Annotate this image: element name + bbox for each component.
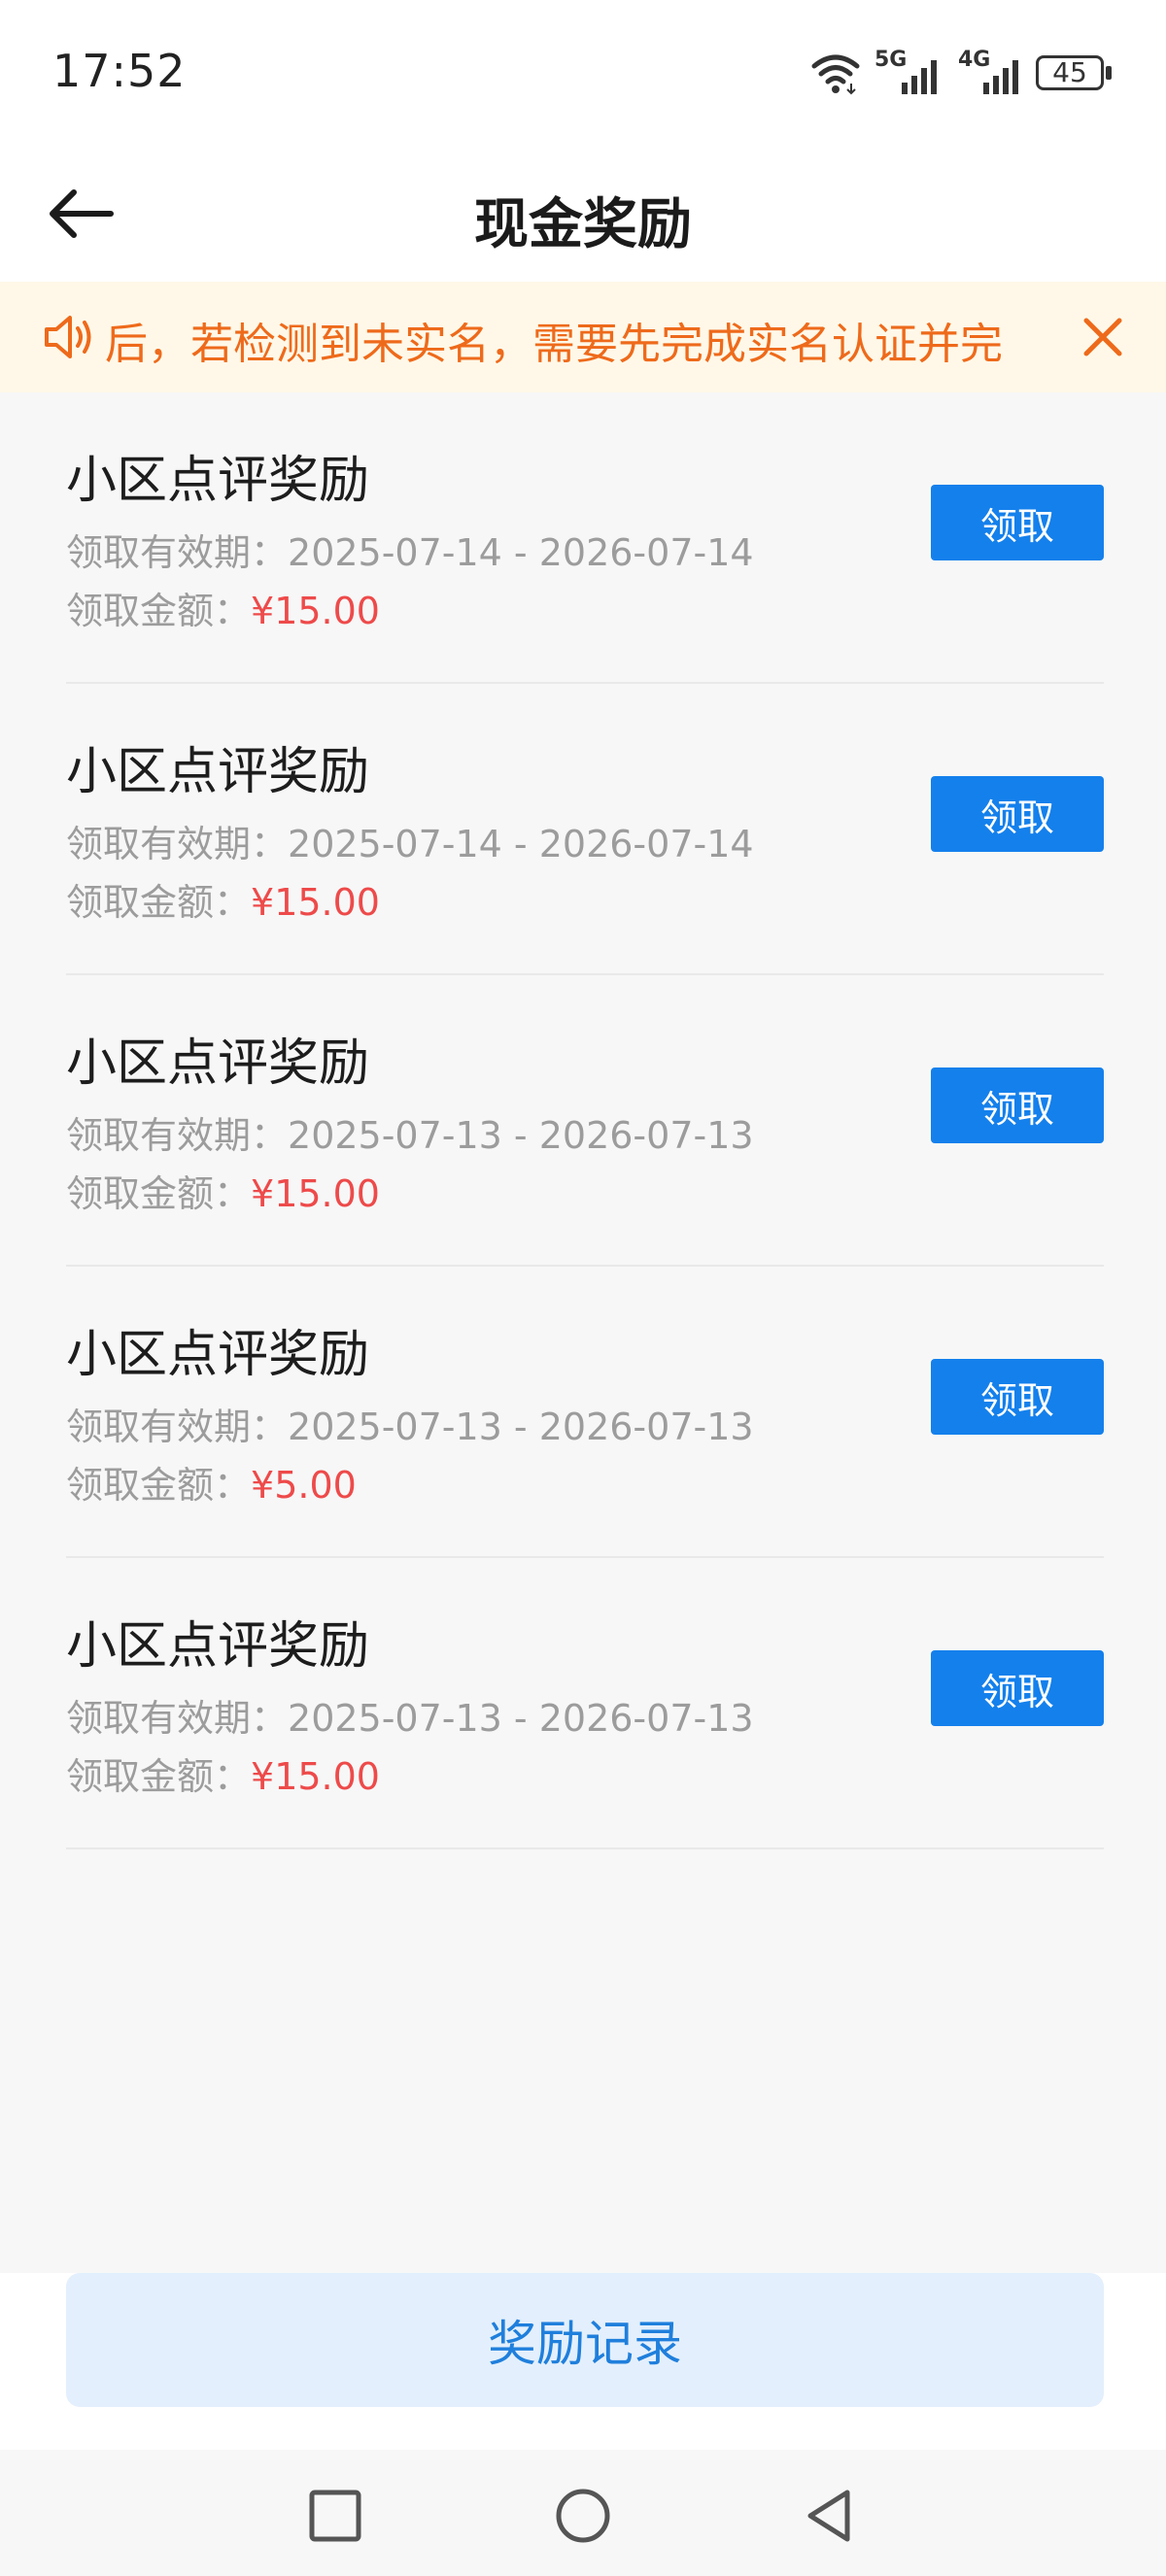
reward-item: 小区点评奖励 领取有效期：2025-07-13 - 2026-07-13 领取金… (66, 975, 1104, 1267)
notice-banner: 后，若检测到未实名，需要先完成实名认证并完 (0, 282, 1166, 392)
amount-label: 领取金额： (66, 881, 252, 924)
status-icons: 5G 4G 45 (810, 47, 1115, 101)
amount-label: 领取金额： (66, 1755, 252, 1798)
reward-amount: 领取金额：¥15.00 (66, 1164, 380, 1217)
reward-item: 小区点评奖励 领取有效期：2025-07-14 - 2026-07-14 领取金… (66, 684, 1104, 975)
reward-title: 小区点评奖励 (66, 1617, 370, 1676)
validity-value: 2025-07-14 - 2026-07-14 (288, 531, 754, 574)
reward-amount: 领取金额：¥5.00 (66, 1455, 357, 1508)
bottom-action-area: 奖励记录 (0, 2273, 1166, 2450)
validity-label: 领取有效期： (66, 1114, 289, 1157)
reward-validity: 领取有效期：2025-07-14 - 2026-07-14 (66, 814, 754, 867)
reward-item: 小区点评奖励 领取有效期：2025-07-13 - 2026-07-13 领取金… (66, 1558, 1104, 1849)
amount-label: 领取金额： (66, 590, 252, 632)
claim-button[interactable]: 领取 (931, 1068, 1104, 1143)
wifi-icon (811, 54, 860, 95)
reward-validity: 领取有效期：2025-07-13 - 2026-07-13 (66, 1688, 754, 1742)
amount-label: 领取金额： (66, 1464, 252, 1507)
page-title: 现金奖励 (474, 193, 692, 256)
square-recents-icon[interactable] (304, 2485, 366, 2547)
validity-label: 领取有效期： (66, 823, 289, 865)
circle-home-icon[interactable] (552, 2485, 614, 2547)
battery-level: 45 (1052, 56, 1087, 88)
signal-4g: 4G (958, 48, 1022, 98)
reward-validity: 领取有效期：2025-07-14 - 2026-07-14 (66, 523, 754, 576)
reward-item: 小区点评奖励 领取有效期：2025-07-13 - 2026-07-13 领取金… (66, 1267, 1104, 1558)
validity-value: 2025-07-14 - 2026-07-14 (288, 823, 754, 865)
speaker-icon (45, 316, 91, 358)
validity-value: 2025-07-13 - 2026-07-13 (288, 1697, 754, 1740)
reward-validity: 领取有效期：2025-07-13 - 2026-07-13 (66, 1105, 754, 1159)
reward-title: 小区点评奖励 (66, 1034, 370, 1093)
claim-button[interactable]: 领取 (931, 776, 1104, 852)
reward-title: 小区点评奖励 (66, 452, 370, 510)
reward-amount: 领取金额：¥15.00 (66, 872, 380, 926)
validity-value: 2025-07-13 - 2026-07-13 (288, 1406, 754, 1448)
claim-button[interactable]: 领取 (931, 1359, 1104, 1435)
amount-value: ¥15.00 (251, 1755, 380, 1798)
close-icon[interactable] (1073, 307, 1133, 367)
reward-title: 小区点评奖励 (66, 743, 370, 801)
signal-icon (902, 60, 937, 94)
claim-button[interactable]: 领取 (931, 485, 1104, 560)
validity-label: 领取有效期： (66, 1697, 289, 1740)
reward-amount: 领取金额：¥15.00 (66, 1746, 380, 1800)
signal-5g: 5G (874, 48, 944, 98)
amount-value: ¥15.00 (251, 881, 380, 924)
notice-text: 后，若检测到未实名，需要先完成实名认证并完 (105, 320, 1003, 369)
reward-list: 小区点评奖励 领取有效期：2025-07-14 - 2026-07-14 领取金… (66, 392, 1104, 1849)
reward-title: 小区点评奖励 (66, 1326, 370, 1384)
triangle-back-icon[interactable] (799, 2485, 861, 2547)
reward-validity: 领取有效期：2025-07-13 - 2026-07-13 (66, 1397, 754, 1450)
notice-marquee: 后，若检测到未实名，需要先完成实名认证并完 (105, 282, 1028, 392)
amount-label: 领取金额： (66, 1172, 252, 1215)
validity-value: 2025-07-13 - 2026-07-13 (288, 1114, 754, 1157)
header-bar: 现金奖励 (0, 146, 1166, 282)
amount-value: ¥15.00 (251, 1172, 380, 1215)
validity-label: 领取有效期： (66, 531, 289, 574)
signal-icon (983, 60, 1018, 94)
amount-value: ¥5.00 (251, 1464, 357, 1507)
reward-item: 小区点评奖励 领取有效期：2025-07-14 - 2026-07-14 领取金… (66, 392, 1104, 684)
reward-amount: 领取金额：¥15.00 (66, 581, 380, 634)
battery-icon: 45 (1036, 53, 1115, 94)
reward-records-button[interactable]: 奖励记录 (66, 2273, 1104, 2407)
claim-button[interactable]: 领取 (931, 1650, 1104, 1726)
system-nav-bar (0, 2450, 1166, 2576)
status-bar: 17:52 5G 4G 45 (0, 0, 1166, 146)
status-time: 17:52 (52, 45, 187, 97)
amount-value: ¥15.00 (251, 590, 380, 632)
validity-label: 领取有效期： (66, 1406, 289, 1448)
